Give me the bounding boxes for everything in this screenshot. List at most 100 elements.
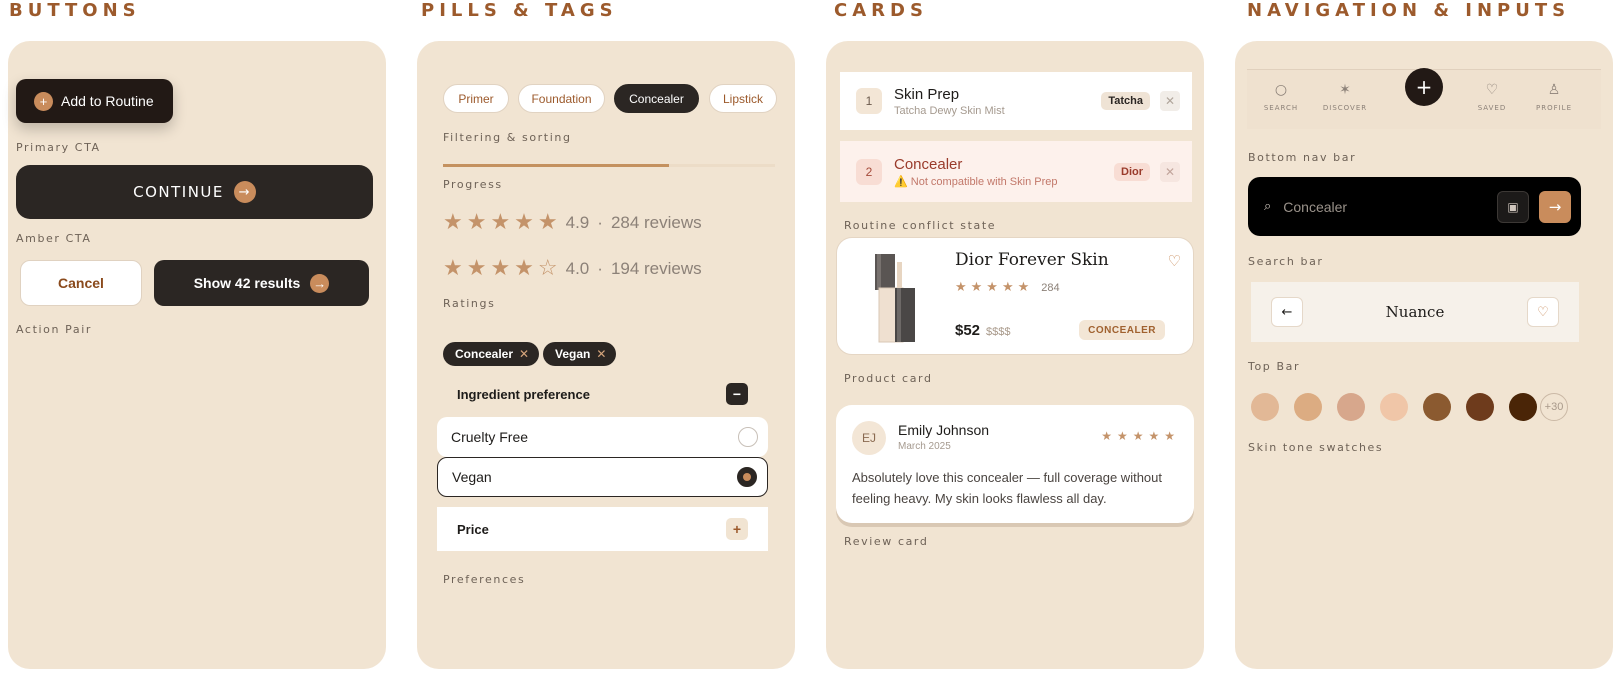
accordion-title: Ingredient preference bbox=[457, 386, 590, 402]
section-title-nav: NAVIGATION & INPUTS bbox=[1247, 0, 1571, 21]
add-to-routine-button[interactable]: + Add to Routine bbox=[16, 79, 173, 123]
review-count: 284 bbox=[1041, 281, 1060, 294]
pill-concealer[interactable]: Concealer bbox=[614, 84, 699, 113]
heart-icon[interactable]: ♡ bbox=[1168, 252, 1181, 270]
separator: · bbox=[597, 212, 603, 232]
option-vegan[interactable]: Vegan bbox=[437, 457, 768, 497]
continue-button[interactable]: CONTINUE → bbox=[16, 165, 373, 219]
back-arrow-icon[interactable]: ← bbox=[1271, 297, 1303, 327]
radio-button[interactable] bbox=[738, 427, 758, 447]
show-results-button[interactable]: Show 42 results → bbox=[154, 260, 369, 306]
nav-item-discover[interactable]: ✶ DISCOVER bbox=[1320, 82, 1370, 112]
accordion-ingredient-preference[interactable]: Ingredient preference − bbox=[437, 372, 768, 416]
section-title-cards: CARDS bbox=[834, 0, 928, 21]
rating-reviews: 284 reviews bbox=[610, 212, 702, 232]
star-rating-icon: ★★★★★ bbox=[443, 210, 562, 235]
brand-tag: Dior bbox=[1114, 162, 1150, 181]
close-icon[interactable]: ✕ bbox=[1160, 91, 1180, 111]
section-title-pills: PILLS & TAGS bbox=[421, 0, 618, 21]
primary-cta-caption: Primary CTA bbox=[16, 141, 101, 154]
rating-row: ★★★★★ 4.9 · 284 reviews bbox=[443, 210, 702, 235]
filtering-caption: Filtering & sorting bbox=[443, 131, 572, 144]
continue-label: CONTINUE bbox=[133, 183, 224, 201]
top-bar: ← Nuance ♡ bbox=[1251, 282, 1579, 342]
navigation-panel: ○ SEARCH ✶ DISCOVER + ♡ SAVED ♙ PROFILE … bbox=[1235, 41, 1613, 669]
step-title: Concealer bbox=[894, 155, 963, 173]
more-swatches-button[interactable]: +30 bbox=[1540, 393, 1568, 421]
search-bar[interactable]: ⌕ Concealer ▣ → bbox=[1248, 177, 1581, 236]
plus-icon: + bbox=[34, 91, 53, 111]
app-title: Nuance bbox=[1385, 303, 1445, 321]
option-cruelty-free[interactable]: Cruelty Free bbox=[437, 417, 768, 457]
skin-tone-swatch[interactable] bbox=[1337, 393, 1365, 421]
search-icon: ○ bbox=[1274, 82, 1288, 98]
close-icon[interactable]: ✕ bbox=[596, 347, 606, 361]
pill-foundation[interactable]: Foundation bbox=[518, 84, 605, 113]
heart-icon[interactable]: ♡ bbox=[1526, 297, 1559, 327]
arrow-right-icon: → bbox=[310, 273, 330, 293]
radio-button-selected[interactable] bbox=[737, 467, 757, 487]
profile-icon: ♙ bbox=[1547, 82, 1561, 98]
star-rating-icon: ★★★★★ bbox=[1101, 429, 1180, 443]
star-rating-icon: ★★★★☆ bbox=[443, 256, 562, 281]
preferences-caption: Preferences bbox=[443, 573, 526, 586]
skin-tone-swatch[interactable] bbox=[1423, 393, 1451, 421]
nav-label: DISCOVER bbox=[1322, 104, 1368, 112]
arrow-right-icon: → bbox=[233, 181, 256, 203]
pill-lipstick[interactable]: Lipstick bbox=[709, 84, 777, 113]
skin-tone-swatch[interactable] bbox=[1294, 393, 1322, 421]
progress-fill bbox=[443, 164, 669, 167]
action-pair-caption: Action Pair bbox=[16, 323, 93, 336]
review-text: Absolutely love this concealer — full co… bbox=[852, 470, 1162, 506]
step-number: 1 bbox=[856, 88, 882, 114]
expand-icon[interactable]: + bbox=[726, 518, 748, 540]
avatar: EJ bbox=[852, 421, 886, 455]
rating-score: 4.9 bbox=[565, 212, 590, 232]
close-icon[interactable]: ✕ bbox=[519, 347, 529, 361]
search-icon: ⌕ bbox=[1264, 199, 1272, 214]
collapse-icon[interactable]: − bbox=[726, 383, 748, 405]
star-rating-icon: ★★★★★ bbox=[955, 280, 1034, 295]
accordion-price[interactable]: Price + bbox=[437, 507, 768, 551]
pill-primer[interactable]: Primer bbox=[443, 84, 509, 113]
chip-label: Concealer bbox=[455, 347, 514, 361]
nav-item-profile[interactable]: ♙ PROFILE bbox=[1529, 82, 1579, 112]
cancel-button[interactable]: Cancel bbox=[20, 260, 142, 306]
bottom-nav-bar: ○ SEARCH ✶ DISCOVER + ♡ SAVED ♙ PROFILE bbox=[1247, 68, 1601, 129]
show-results-label: Show 42 results bbox=[193, 275, 301, 291]
routine-conflict-caption: Routine conflict state bbox=[844, 219, 997, 232]
progress-bar bbox=[443, 164, 775, 167]
product-name: Dior Forever Skin bbox=[955, 250, 1109, 270]
skin-tone-swatch[interactable] bbox=[1251, 393, 1279, 421]
close-icon[interactable]: ✕ bbox=[1160, 161, 1180, 182]
skin-tone-swatch[interactable] bbox=[1380, 393, 1408, 421]
nav-item-search[interactable]: ○ SEARCH bbox=[1256, 82, 1306, 112]
filter-chip-vegan[interactable]: Vegan ✕ bbox=[543, 342, 617, 366]
top-bar-caption: Top Bar bbox=[1248, 360, 1301, 373]
sparkle-icon: ✶ bbox=[1339, 82, 1351, 98]
option-label: Cruelty Free bbox=[451, 429, 529, 445]
nav-item-saved[interactable]: ♡ SAVED bbox=[1467, 82, 1517, 112]
accordion-title: Price bbox=[457, 521, 489, 537]
chip-label: Vegan bbox=[555, 347, 591, 361]
skin-tone-swatch[interactable] bbox=[1466, 393, 1494, 421]
price-tier: $$$$ bbox=[986, 326, 1011, 338]
search-submit-button[interactable]: → bbox=[1539, 190, 1571, 223]
add-fab-button[interactable]: + bbox=[1405, 68, 1443, 106]
review-date: March 2025 bbox=[898, 441, 951, 452]
filter-chip-concealer[interactable]: Concealer ✕ bbox=[443, 342, 540, 366]
routine-step-card-conflict[interactable]: 2 Concealer ⚠️ Not compatible with Skin … bbox=[840, 141, 1192, 202]
scan-icon[interactable]: ▣ bbox=[1497, 190, 1529, 223]
add-to-routine-label: Add to Routine bbox=[61, 93, 154, 109]
routine-step-card[interactable]: 1 Skin Prep Tatcha Dewy Skin Mist Tatcha… bbox=[840, 72, 1192, 130]
search-bar-caption: Search bar bbox=[1248, 255, 1324, 268]
category-tag: CONCEALER bbox=[1079, 320, 1165, 340]
step-title: Skin Prep bbox=[894, 85, 960, 103]
search-input[interactable]: Concealer bbox=[1283, 199, 1497, 215]
product-card[interactable]: Dior Forever Skin ♡ ★★★★★ 284 $52 $$$$ C… bbox=[836, 237, 1194, 355]
option-label: Vegan bbox=[452, 469, 492, 485]
skin-tone-caption: Skin tone swatches bbox=[1248, 441, 1384, 454]
product-rating: ★★★★★ 284 bbox=[955, 280, 1060, 295]
skin-tone-swatch[interactable] bbox=[1509, 393, 1537, 421]
product-price: $52 bbox=[955, 322, 981, 339]
